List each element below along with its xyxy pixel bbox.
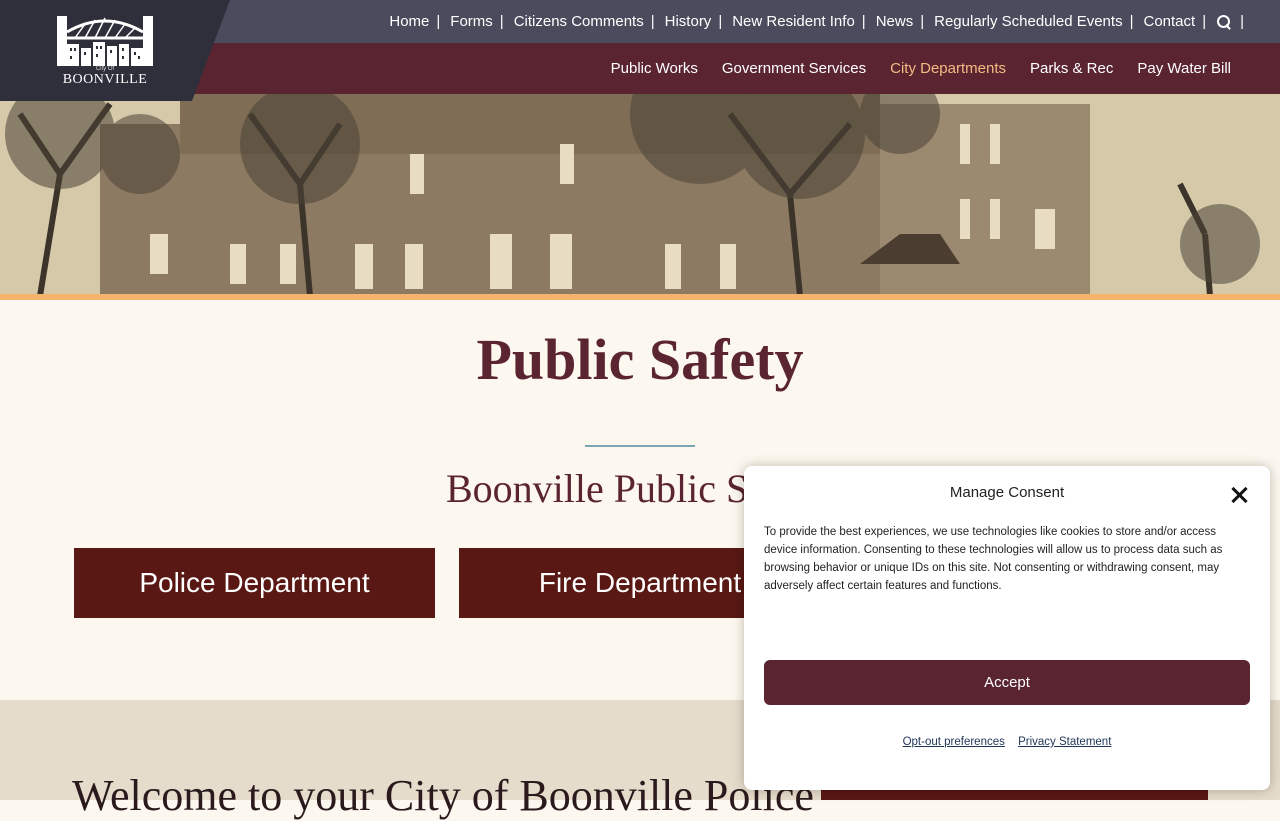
nav-separator: | (650, 13, 655, 30)
top-nav-citizens-comments[interactable]: Citizens Comments (514, 13, 644, 30)
opt-out-preferences-link[interactable]: Opt-out preferences (903, 736, 1005, 748)
top-nav-news[interactable]: News (876, 13, 914, 30)
police-department-button[interactable]: Police Department (74, 548, 435, 618)
consent-title: Manage Consent (949, 484, 1065, 501)
top-nav-home[interactable]: Home (389, 13, 429, 30)
welcome-heading: Welcome to your City of Boonville Police (72, 771, 814, 820)
consent-body: To provide the best experiences, we use … (764, 526, 1223, 592)
privacy-statement-link[interactable]: Privacy Statement (1018, 736, 1111, 748)
main-nav-government-services[interactable]: Government Services (722, 60, 866, 77)
accept-button[interactable]: Accept (764, 660, 1250, 705)
consent-links: Opt-out preferences Privacy Statement (744, 736, 1270, 748)
main-nav-parks-rec[interactable]: Parks & Rec (1030, 60, 1113, 77)
nav-separator: | (861, 13, 866, 30)
main-nav-city-departments[interactable]: City Departments (890, 60, 1006, 77)
search-icon[interactable] (1216, 14, 1232, 30)
top-nav-history[interactable]: History (665, 13, 712, 30)
site-logo[interactable]: City Of BOONVILLE (0, 0, 230, 101)
top-nav-events[interactable]: Regularly Scheduled Events (934, 13, 1122, 30)
bridge-logo-icon (57, 16, 153, 66)
top-nav-new-resident-info[interactable]: New Resident Info (732, 13, 855, 30)
top-nav-contact[interactable]: Contact (1143, 13, 1195, 30)
nav-separator: | (499, 13, 504, 30)
section-subtitle: Boonville Public S (446, 466, 749, 511)
building-illustration (0, 94, 1280, 296)
nav-separator: | (1129, 13, 1134, 30)
main-nav-pay-water-bill[interactable]: Pay Water Bill (1137, 60, 1231, 77)
hero-accent-stripe (0, 294, 1280, 300)
sidebar-box (821, 790, 1208, 800)
title-divider (585, 445, 695, 447)
nav-separator: | (1202, 13, 1207, 30)
logo-name: BOONVILLE (62, 72, 148, 87)
hero-image (0, 94, 1280, 296)
nav-separator: | (920, 13, 925, 30)
top-nav: Home | Forms | Citizens Comments | History |… (389, 0, 1244, 43)
nav-separator: | (718, 13, 723, 30)
consent-dialog: Manage Consent To provide the best exper… (744, 466, 1270, 790)
close-icon[interactable] (1230, 486, 1248, 504)
nav-separator: | (1240, 13, 1244, 30)
top-nav-forms[interactable]: Forms (450, 13, 493, 30)
main-nav-public-works[interactable]: Public Works (611, 60, 698, 77)
page-title: Public Safety (476, 327, 804, 392)
nav-separator: | (436, 13, 441, 30)
main-nav: Public Works Government Services City De… (587, 43, 1231, 94)
